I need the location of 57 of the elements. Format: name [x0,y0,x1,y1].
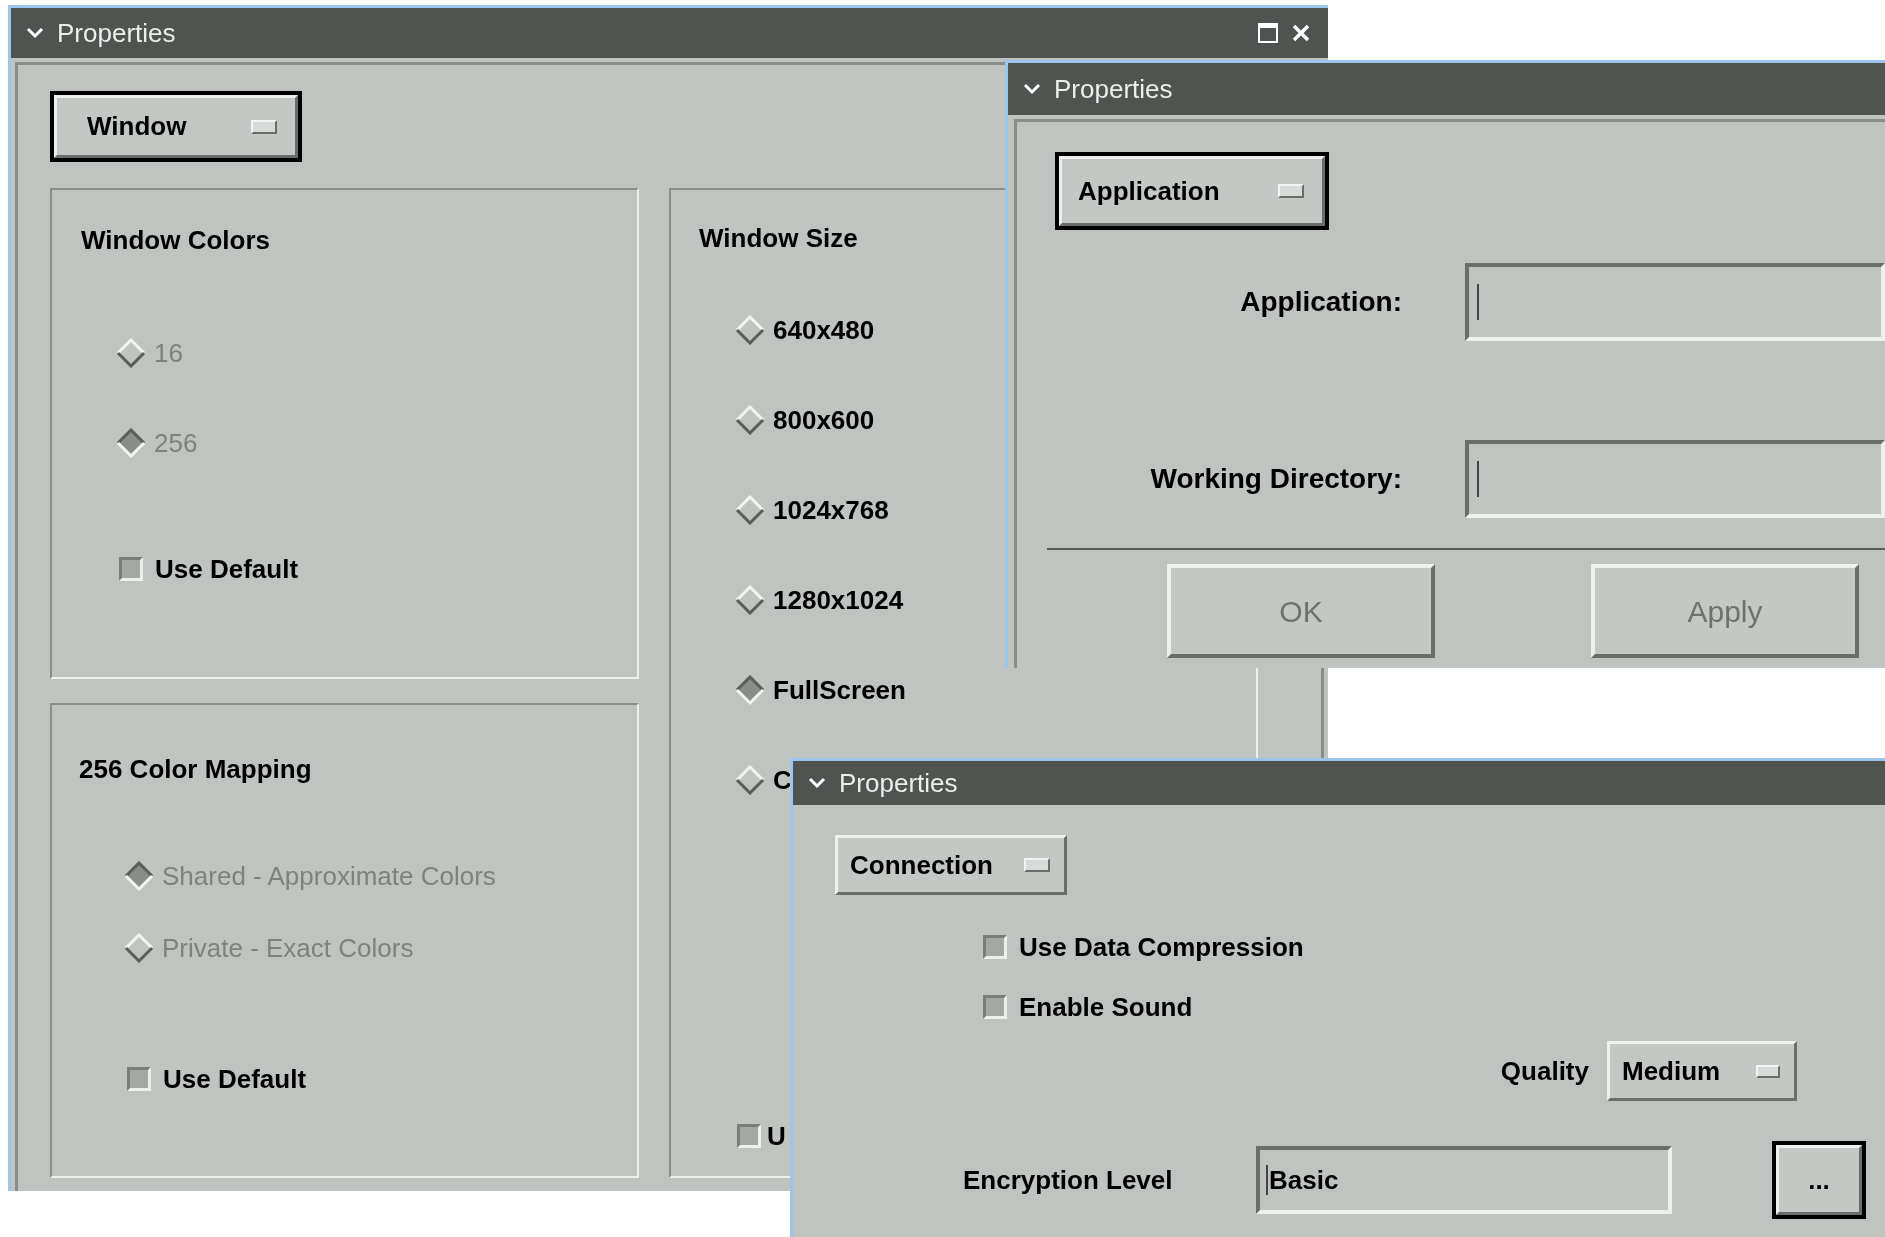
radio-button[interactable] [735,405,765,435]
option-menu-button[interactable]: Window [54,95,298,158]
field-label: Encryption Level [963,1163,1174,1197]
radio-button[interactable] [735,315,765,345]
checkbox[interactable] [127,1067,151,1091]
window-title: Properties [1054,72,1173,106]
text-cursor-icon [1477,284,1479,320]
option-indicator-icon [251,119,277,134]
checkbox-label: U [767,1119,786,1153]
option-indicator-icon [1024,858,1050,872]
field-label: Working Directory: [1149,462,1402,496]
radio-label: 1024x768 [773,493,889,527]
checkbox-label: Use Default [163,1062,307,1096]
window-title: Properties [57,16,176,50]
text-cursor-icon [1266,1165,1268,1195]
option-menu-button[interactable]: Application [1059,156,1325,226]
text-cursor-icon [1477,461,1479,497]
field-label: Quality [1500,1054,1589,1088]
text-field[interactable]: Basic [1256,1146,1672,1214]
checkbox[interactable] [983,935,1007,959]
radio-label: Shared - Approximate Colors [162,859,496,893]
close-icon[interactable] [1290,22,1312,44]
maximize-icon[interactable] [1258,23,1278,43]
radio-button[interactable] [735,765,765,795]
radio-button[interactable] [735,675,765,705]
radio-label: 256 [154,426,198,460]
radio-label: 1280x1024 [773,583,904,617]
radio-button[interactable] [735,585,765,615]
radio-label: FullScreen [773,673,906,707]
option-menu-button[interactable]: Connection [835,835,1067,895]
chevron-down-icon[interactable] [807,776,827,790]
radio-button[interactable] [735,495,765,525]
group-title: 256 Color Mapping [79,753,313,785]
checkbox-label: Enable Sound [1019,990,1193,1024]
field-value: Basic [1269,1163,1339,1197]
chevron-down-icon[interactable] [25,26,45,40]
radio-label: C [773,763,792,797]
window-title: Properties [839,766,958,800]
chevron-down-icon[interactable] [1022,82,1042,96]
text-field[interactable] [1465,440,1885,518]
checkbox[interactable] [119,557,143,581]
group-title: Window Size [699,222,859,254]
checkbox[interactable] [737,1124,761,1148]
option-menu-button[interactable]: Medium [1607,1041,1797,1101]
browse-button[interactable]: ... [1776,1145,1862,1215]
checkbox-label: Use Default [155,552,299,586]
radio-label: 16 [154,336,183,370]
text-field[interactable] [1465,263,1885,341]
radio-label: 800x600 [773,403,875,437]
radio-label: Private - Exact Colors [162,931,414,965]
radio-label: 640x480 [773,313,875,347]
option-indicator-icon [1756,1064,1780,1078]
checkbox[interactable] [983,995,1007,1019]
field-label: Application: [1239,285,1402,319]
option-indicator-icon [1278,184,1304,198]
group-title: Window Colors [81,224,271,256]
checkbox-label: Use Data Compression [1019,930,1304,964]
